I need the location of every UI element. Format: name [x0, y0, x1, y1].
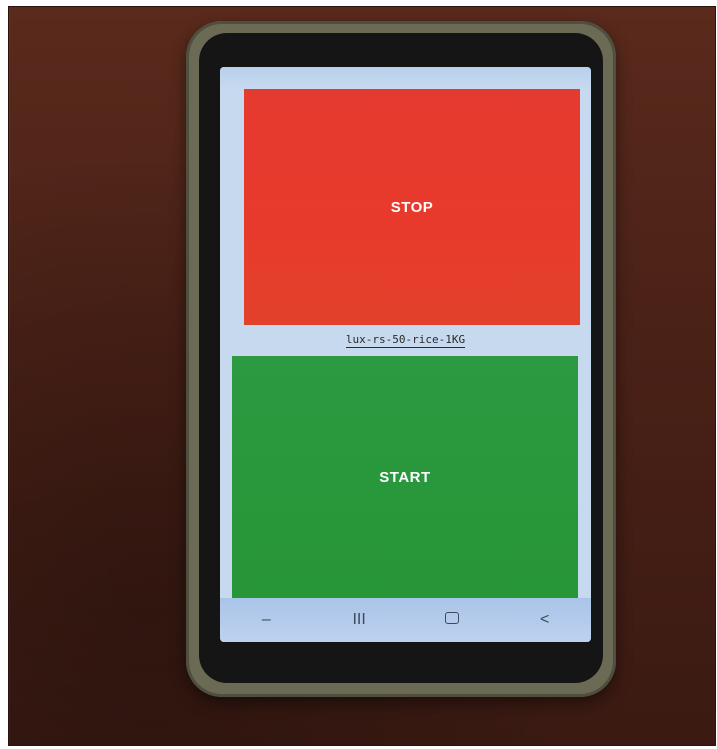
start-button[interactable]: START — [232, 356, 578, 598]
phone-screen: STOP lux-rs-50-rice-1KG START – III < — [220, 67, 591, 642]
back-icon[interactable]: < — [525, 611, 565, 629]
start-button-label: START — [379, 468, 431, 486]
product-name: lux-rs-50-rice-1KG — [345, 332, 466, 348]
recents-icon[interactable]: III — [339, 611, 379, 629]
stop-button-label: STOP — [390, 198, 434, 216]
stop-button[interactable]: STOP — [244, 89, 580, 325]
status-bar — [220, 67, 591, 89]
android-nav-bar: – III < — [220, 598, 591, 642]
photo-background: STOP lux-rs-50-rice-1KG START – III < — [8, 6, 716, 746]
home-button[interactable] — [432, 611, 472, 629]
home-icon — [444, 612, 459, 624]
minus-icon[interactable]: – — [246, 611, 286, 629]
product-label: lux-rs-50-rice-1KG — [220, 329, 591, 351]
